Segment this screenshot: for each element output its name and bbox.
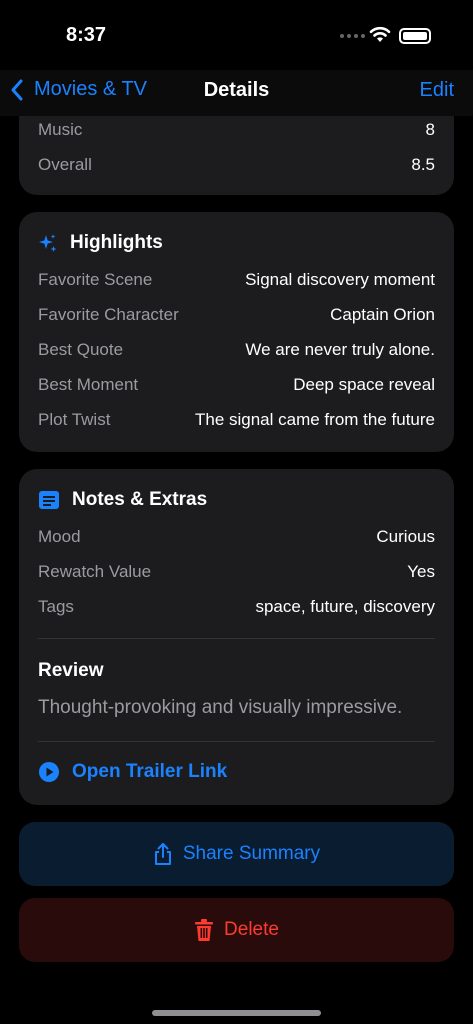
highlight-value: We are never truly alone. [245, 340, 435, 359]
rating-row-music: Music 8 [38, 120, 435, 140]
rating-label: Overall [38, 155, 92, 174]
delete-label: Delete [224, 919, 279, 940]
navigation-bar-overlay: Movies & TV Details Edit [0, 70, 473, 116]
highlight-row-best-quote: Best Quote We are never truly alone. [38, 340, 435, 360]
highlight-value: Signal discovery moment [245, 270, 435, 289]
rating-label: Music [38, 120, 83, 139]
rating-value: 8 [425, 120, 435, 139]
notes-card: Notes & Extras Mood Curious Rewatch Valu… [19, 469, 454, 805]
open-trailer-link[interactable]: Open Trailer Link [38, 761, 227, 783]
highlight-label: Best Quote [38, 340, 124, 359]
highlight-label: Favorite Character [38, 305, 179, 324]
notes-value: space, future, discovery [255, 597, 435, 616]
highlight-value: Deep space reveal [293, 375, 435, 394]
open-trailer-link-label: Open Trailer Link [72, 761, 228, 782]
page-title: Details [203, 79, 270, 101]
highlights-header: Highlights [38, 232, 163, 254]
note-text-icon [39, 491, 59, 509]
highlight-row-favorite-character: Favorite Character Captain Orion [38, 305, 435, 325]
cellular-signal-icon [340, 34, 365, 38]
highlight-label: Plot Twist [38, 410, 111, 429]
play-circle-icon [39, 762, 59, 782]
notes-header: Notes & Extras [38, 489, 207, 511]
status-bar: 8:37 [0, 0, 473, 70]
highlights-title: Highlights [70, 232, 163, 253]
wifi-icon [369, 26, 391, 42]
review-heading: Review [38, 660, 104, 681]
share-icon [154, 843, 171, 865]
delete-button[interactable]: Delete [19, 898, 454, 962]
notes-row-mood: Mood Curious [38, 527, 435, 547]
home-indicator[interactable] [152, 1010, 321, 1016]
share-summary-label: Share Summary [182, 843, 321, 864]
highlight-value: The signal came from the future [194, 410, 435, 429]
divider [38, 638, 435, 639]
notes-row-rewatch-value: Rewatch Value Yes [38, 562, 435, 582]
highlight-label: Best Moment [38, 375, 139, 394]
notes-label: Tags [38, 597, 74, 616]
notes-title: Notes & Extras [72, 489, 208, 510]
highlight-row-plot-twist: Plot Twist The signal came from the futu… [38, 410, 435, 430]
sparkles-icon [39, 234, 57, 252]
rating-row-overall: Overall 8.5 [38, 155, 435, 175]
battery-icon [399, 28, 431, 44]
notes-row-tags: Tags space, future, discovery [38, 597, 435, 617]
divider [38, 741, 435, 742]
notes-label: Mood [38, 527, 81, 546]
highlight-row-best-moment: Best Moment Deep space reveal [38, 375, 435, 395]
dynamic-island [163, 14, 310, 57]
highlight-label: Favorite Scene [38, 270, 153, 289]
highlights-card: Highlights Favorite Scene Signal discove… [19, 212, 454, 452]
notes-value: Curious [376, 527, 435, 546]
edit-button[interactable]: Edit [420, 79, 454, 102]
highlight-value: Captain Orion [330, 305, 435, 324]
notes-value: Yes [407, 562, 435, 581]
status-time: 8:37 [66, 24, 107, 46]
review-text: Thought-provoking and visually impressiv… [38, 697, 403, 718]
share-summary-button[interactable]: Share Summary [19, 822, 454, 886]
highlight-row-favorite-scene: Favorite Scene Signal discovery moment [38, 270, 435, 290]
trash-icon [195, 919, 214, 941]
notes-label: Rewatch Value [38, 562, 152, 581]
rating-value: 8.5 [411, 155, 435, 174]
